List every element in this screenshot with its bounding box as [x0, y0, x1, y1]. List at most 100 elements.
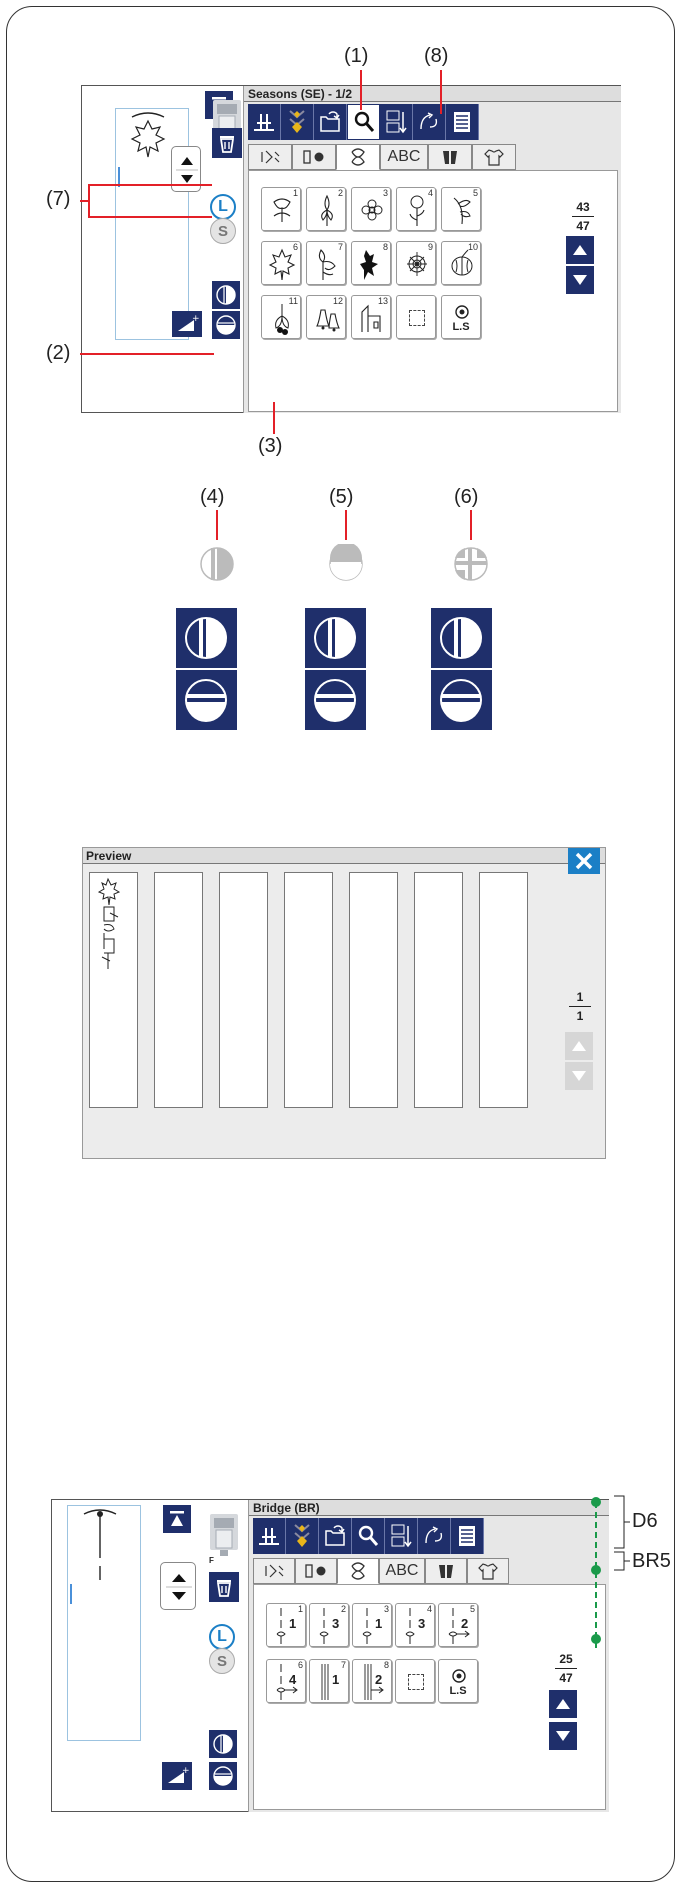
callout-7-stub	[80, 200, 90, 202]
foot-letter: F	[209, 1556, 214, 1565]
size-l-button[interactable]: L	[210, 194, 236, 220]
size-s-button[interactable]: S	[210, 218, 236, 244]
list-view-icon[interactable]	[451, 1518, 484, 1554]
page-down-button[interactable]	[549, 1722, 577, 1750]
pattern-cell-10[interactable]: 10	[441, 241, 481, 285]
bridge-digit: 2	[461, 1616, 469, 1631]
size-s-button[interactable]: S	[209, 1648, 235, 1674]
bridge-cell-2[interactable]: 32	[309, 1603, 349, 1647]
category-tabs: ABC	[253, 1558, 509, 1584]
page-up-button[interactable]	[566, 236, 594, 264]
page-total: 47	[576, 219, 590, 233]
program-memory-icon[interactable]	[286, 1518, 319, 1554]
go-to-top-button[interactable]	[163, 1505, 191, 1533]
pattern-cell-9[interactable]: 9	[396, 241, 436, 285]
tab-decorative[interactable]	[336, 144, 380, 170]
tab-decorative[interactable]	[337, 1558, 379, 1584]
mirror-set-5-vertical-button[interactable]	[305, 608, 366, 668]
pattern-cell-4[interactable]: 4	[396, 187, 436, 231]
list-view-icon[interactable]	[446, 104, 479, 140]
preview-page-down-button[interactable]	[565, 1062, 593, 1090]
needle-position-icon[interactable]	[253, 1518, 286, 1554]
save-file-icon[interactable]	[314, 104, 347, 140]
tab-utility[interactable]	[248, 144, 292, 170]
mirror-set-4-vertical-button[interactable]	[176, 608, 237, 668]
bridge-cell-4[interactable]: 34	[395, 1603, 435, 1647]
pattern-number: 4	[427, 188, 433, 198]
tab-utility[interactable]	[253, 1558, 295, 1584]
page-up-button[interactable]	[549, 1690, 577, 1718]
mirror-set-6-horizontal-button[interactable]	[431, 670, 492, 730]
mirror-horizontal-button[interactable]	[212, 311, 240, 339]
page-total: 47	[559, 1671, 573, 1685]
mirror-set-6-vertical-button[interactable]	[431, 608, 492, 668]
pattern-number: 5	[472, 188, 478, 198]
search-icon[interactable]	[352, 1518, 385, 1554]
elongation-button[interactable]: +	[162, 1762, 192, 1790]
program-memory-icon[interactable]	[281, 104, 314, 140]
edit-pattern-icon[interactable]	[418, 1518, 451, 1554]
elongation-button[interactable]: +	[172, 311, 202, 337]
pattern-cell-7[interactable]: 7	[306, 241, 346, 285]
blank-space-cell[interactable]	[395, 1659, 435, 1703]
pattern-number: 10	[467, 242, 478, 252]
stitch-point-bottom	[591, 1634, 601, 1644]
mirror-vertical-button[interactable]	[209, 1730, 237, 1758]
pattern-cell-3[interactable]: 3	[351, 187, 391, 231]
pattern-group-title: Seasons (SE) - 1/2	[244, 86, 621, 102]
sort-icon[interactable]	[380, 104, 413, 140]
size-l-button[interactable]: L	[209, 1624, 235, 1650]
needle-position-icon[interactable]	[248, 104, 281, 140]
cursor-stepper[interactable]	[160, 1562, 196, 1610]
mirror-horizontal-button[interactable]	[209, 1762, 237, 1790]
bridge-cell-8[interactable]: 28	[352, 1659, 392, 1703]
pattern-cell-13[interactable]: 13	[351, 295, 391, 339]
pattern-cell-2[interactable]: 2	[306, 187, 346, 231]
bridge-digit: 2	[375, 1672, 383, 1687]
pattern-number: 3	[382, 188, 388, 198]
search-icon[interactable]	[347, 104, 380, 140]
preview-column	[154, 872, 203, 1108]
sort-icon[interactable]	[385, 1518, 418, 1554]
blank-space-cell[interactable]	[396, 295, 436, 339]
bridge-cell-1[interactable]: 11	[266, 1603, 306, 1647]
pattern-cell-6[interactable]: 6	[261, 241, 301, 285]
toolbar	[253, 1518, 484, 1554]
bridge-cell-7[interactable]: 17	[309, 1659, 349, 1703]
preview-page-up-button[interactable]	[565, 1032, 593, 1060]
size-l-label: L	[217, 1628, 227, 1645]
tab-buttonhole[interactable]	[292, 144, 336, 170]
lock-stitch-cell[interactable]: L.S	[441, 295, 481, 339]
bridge-cell-3[interactable]: 13	[352, 1603, 392, 1647]
mirror-set-4-horizontal-button[interactable]	[176, 670, 237, 730]
delete-button[interactable]	[212, 128, 242, 158]
mirror-left-right-icon	[314, 617, 356, 659]
tab-alphabet[interactable]: ABC	[380, 144, 428, 170]
mirror-set-5-horizontal-button[interactable]	[305, 670, 366, 730]
save-file-icon[interactable]	[319, 1518, 352, 1554]
tab-buttonhole[interactable]	[295, 1558, 337, 1584]
callout-1: (1)	[344, 45, 369, 67]
pattern-cell-11[interactable]: 11	[261, 295, 301, 339]
tab-quilting[interactable]	[425, 1558, 467, 1584]
pattern-cell-5[interactable]: 5	[441, 187, 481, 231]
pattern-cell-12[interactable]: 12	[306, 295, 346, 339]
bridge-cell-5[interactable]: 25	[438, 1603, 478, 1647]
tab-garment[interactable]	[472, 144, 516, 170]
callout-1-leader	[360, 70, 362, 110]
pattern-cell-8[interactable]: 8	[351, 241, 391, 285]
bridge-cell-6[interactable]: 46	[266, 1659, 306, 1703]
tab-alphabet[interactable]: ABC	[379, 1558, 425, 1584]
shirt-icon	[484, 149, 504, 166]
pattern-cell-1[interactable]: 1	[261, 187, 301, 231]
mirror-left-right-indicator-icon	[200, 547, 234, 581]
stitch-point-middle	[591, 1565, 601, 1575]
tab-garment[interactable]	[467, 1558, 509, 1584]
close-button[interactable]	[568, 848, 600, 874]
lock-stitch-icon	[452, 1669, 466, 1683]
lock-stitch-cell[interactable]: L.S	[438, 1659, 478, 1703]
page-down-button[interactable]	[566, 266, 594, 294]
tab-quilting[interactable]	[428, 144, 472, 170]
mirror-vertical-button[interactable]	[212, 281, 240, 309]
delete-button[interactable]	[209, 1572, 239, 1602]
